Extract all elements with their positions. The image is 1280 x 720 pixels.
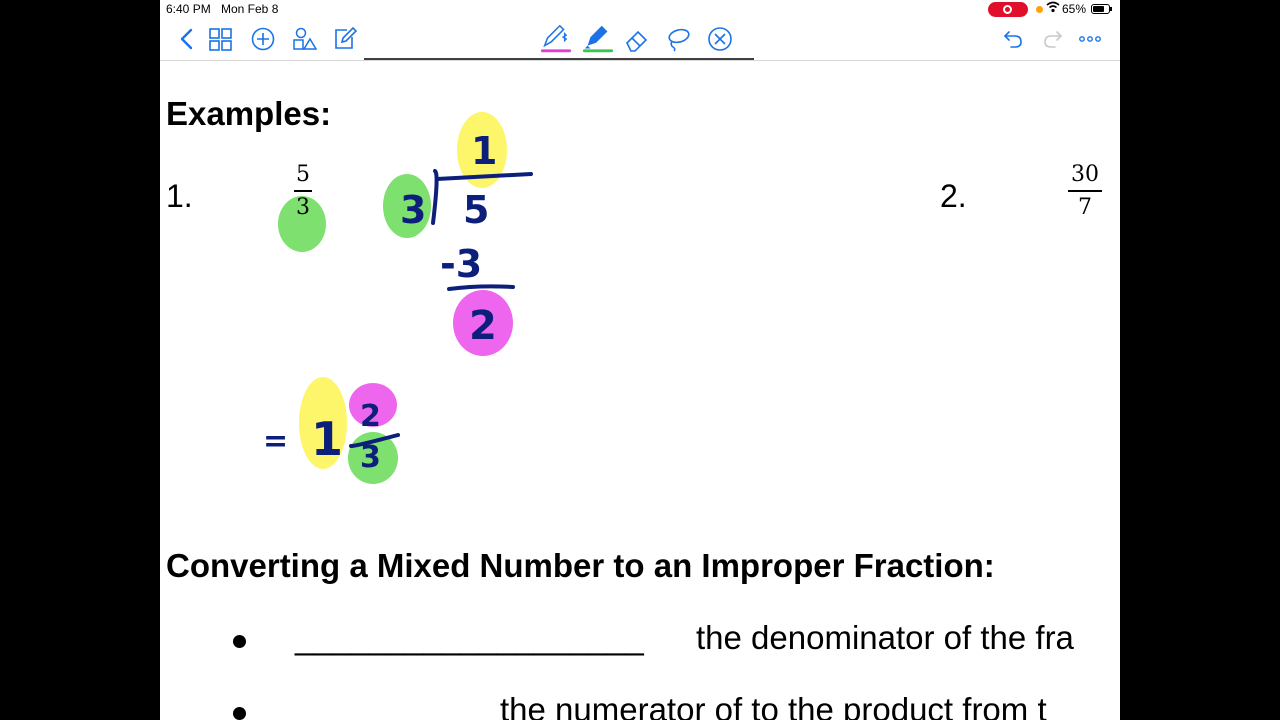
document-page[interactable]: Examples: 1. 5 3 3 5 1 -3 2 = 1 2 3 2. 3…: [160, 58, 1120, 720]
mic-indicator-icon: [1036, 6, 1043, 13]
undo-icon: [1003, 31, 1022, 48]
subtrahend: -3: [440, 242, 482, 286]
heading-mixed-to-improper: Converting a Mixed Number to an Improper…: [166, 547, 995, 584]
highlighter-icon: [582, 25, 614, 53]
equals-sign: =: [263, 424, 288, 459]
battery-icon: [1091, 4, 1112, 14]
more-options-button[interactable]: [1075, 24, 1105, 54]
example-2-fraction: 30 7: [1066, 162, 1104, 220]
pen-bluetooth-icon: [540, 24, 572, 53]
edit-button[interactable]: [330, 24, 360, 54]
lasso-icon: [668, 28, 690, 52]
dividend: 5: [463, 188, 489, 232]
example-2-numerator: 30: [1071, 162, 1099, 187]
mixed-denominator: 3: [360, 440, 381, 475]
bullet-1: [233, 635, 246, 648]
battery-percent: 65%: [1062, 2, 1087, 16]
grid-icon: [209, 28, 232, 51]
notes-toolbar: [160, 20, 1120, 61]
eraser-icon: [626, 30, 648, 52]
divisor: 3: [400, 188, 426, 232]
undo-button[interactable]: [998, 24, 1028, 54]
plus-circle-icon: [251, 27, 275, 51]
back-button[interactable]: [172, 24, 202, 54]
pen-tool-button[interactable]: [538, 24, 574, 54]
bullet-2-text: the numerator of to the product from t: [500, 691, 1047, 720]
shapes-icon: [293, 27, 318, 50]
bullet-2: [233, 707, 246, 720]
bullet-1-blank: ___________________: [295, 619, 644, 656]
lasso-tool-button[interactable]: [663, 24, 693, 54]
more-icon: [1079, 36, 1101, 42]
quotient: 1: [471, 129, 497, 173]
status-bar: 6:40 PM Mon Feb 8 65%: [160, 0, 1120, 20]
redo-button[interactable]: [1038, 24, 1068, 54]
status-date: Mon Feb 8: [221, 2, 279, 16]
ipad-screen: 6:40 PM Mon Feb 8 65% Examples: 1. 5 3 3…: [160, 0, 1120, 720]
fraction-bar: [1068, 190, 1102, 192]
screen-recording-icon[interactable]: [988, 2, 1028, 17]
bullet-1-text: the denominator of the fra: [696, 619, 1074, 656]
example-2-number: 2.: [940, 178, 967, 214]
mixed-whole: 1: [311, 412, 343, 466]
compose-icon: [335, 26, 358, 49]
highlighter-tool-button[interactable]: [580, 24, 616, 54]
status-time: 6:40 PM: [166, 2, 211, 16]
close-tools-button[interactable]: [705, 24, 735, 54]
close-circle-icon: [708, 27, 732, 51]
thumbnails-button[interactable]: [206, 24, 236, 54]
eraser-tool-button[interactable]: [622, 24, 652, 54]
remainder: 2: [469, 303, 497, 349]
add-page-button[interactable]: [248, 24, 278, 54]
shapes-button[interactable]: [290, 24, 320, 54]
chevron-left-icon: [180, 28, 193, 50]
mixed-numerator: 2: [360, 399, 381, 434]
example-2-denominator: 7: [1078, 195, 1092, 220]
wifi-icon: [1046, 1, 1060, 16]
redo-icon: [1044, 31, 1063, 48]
